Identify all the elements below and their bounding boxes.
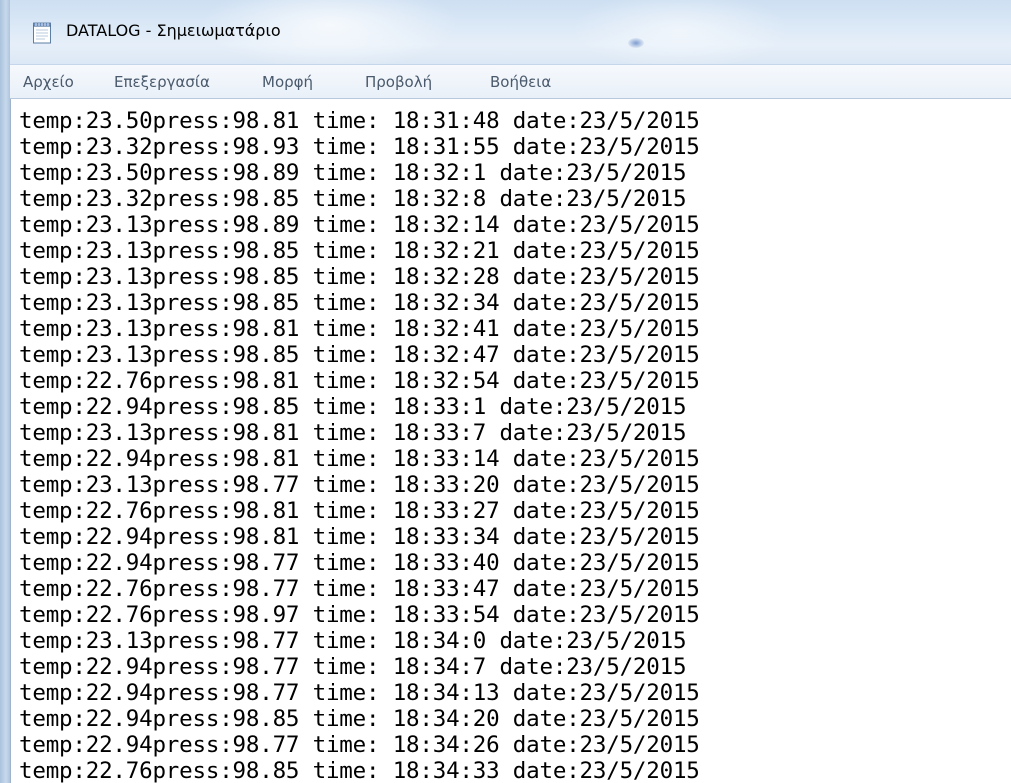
text-line: temp:23.13press:98.81 time: 18:32:41 dat… — [19, 316, 700, 342]
text-line: temp:23.13press:98.77 time: 18:33:20 dat… — [19, 472, 700, 498]
title-bar[interactable]: DATALOG - Σημειωματάριο — [10, 0, 1011, 64]
text-line: temp:23.13press:98.85 time: 18:32:47 dat… — [19, 342, 700, 368]
text-line: temp:23.32press:98.85 time: 18:32:8 date… — [19, 186, 687, 212]
text-line: temp:23.13press:98.85 time: 18:32:21 dat… — [19, 238, 700, 264]
text-line: temp:23.50press:98.89 time: 18:32:1 date… — [19, 160, 687, 186]
window-frame-left — [0, 0, 10, 783]
text-line: temp:22.76press:98.81 time: 18:33:27 dat… — [19, 498, 700, 524]
text-editor-area[interactable]: temp:23.50press:98.81 time: 18:31:48 dat… — [10, 99, 1011, 783]
text-line: temp:22.76press:98.81 time: 18:32:54 dat… — [19, 368, 700, 394]
menu-file[interactable]: Αρχείο — [23, 73, 74, 91]
menu-help[interactable]: Βοήθεια — [490, 73, 551, 91]
notepad-window: DATALOG - Σημειωματάριο Αρχείο Επεξεργασ… — [0, 0, 1011, 783]
title-bar-glow — [570, 0, 790, 64]
text-line: temp:22.94press:98.77 time: 18:34:26 dat… — [19, 732, 700, 758]
text-line: temp:23.13press:98.85 time: 18:32:28 dat… — [19, 264, 700, 290]
text-content: temp:23.50press:98.81 time: 18:31:48 dat… — [19, 108, 700, 783]
text-line: temp:23.50press:98.81 time: 18:31:48 dat… — [19, 108, 700, 134]
text-line: temp:22.94press:98.81 time: 18:33:34 dat… — [19, 524, 700, 550]
menu-bar: Αρχείο Επεξεργασία Μορφή Προβολή Βοήθεια — [10, 64, 1011, 99]
text-line: temp:22.94press:98.85 time: 18:34:20 dat… — [19, 706, 700, 732]
text-line: temp:23.13press:98.85 time: 18:32:34 dat… — [19, 290, 700, 316]
text-line: temp:22.76press:98.97 time: 18:33:54 dat… — [19, 602, 700, 628]
text-line: temp:22.94press:98.77 time: 18:34:13 dat… — [19, 680, 700, 706]
menu-format[interactable]: Μορφή — [262, 73, 313, 91]
text-line: temp:22.76press:98.85 time: 18:34:33 dat… — [19, 758, 700, 783]
notepad-icon[interactable] — [32, 22, 52, 44]
text-line: temp:22.94press:98.77 time: 18:34:7 date… — [19, 654, 687, 680]
text-line: temp:22.94press:98.85 time: 18:33:1 date… — [19, 394, 687, 420]
text-line: temp:23.13press:98.89 time: 18:32:14 dat… — [19, 212, 700, 238]
text-line: temp:23.13press:98.77 time: 18:34:0 date… — [19, 628, 687, 654]
text-line: temp:23.32press:98.93 time: 18:31:55 dat… — [19, 134, 700, 160]
text-line: temp:22.76press:98.77 time: 18:33:47 dat… — [19, 576, 700, 602]
text-line: temp:23.13press:98.81 time: 18:33:7 date… — [19, 420, 687, 446]
text-line: temp:22.94press:98.77 time: 18:33:40 dat… — [19, 550, 700, 576]
menu-edit[interactable]: Επεξεργασία — [114, 73, 210, 91]
title-bar-highlight — [628, 38, 644, 48]
menu-view[interactable]: Προβολή — [365, 73, 432, 91]
window-title: DATALOG - Σημειωματάριο — [66, 21, 281, 40]
text-line: temp:22.94press:98.81 time: 18:33:14 dat… — [19, 446, 700, 472]
